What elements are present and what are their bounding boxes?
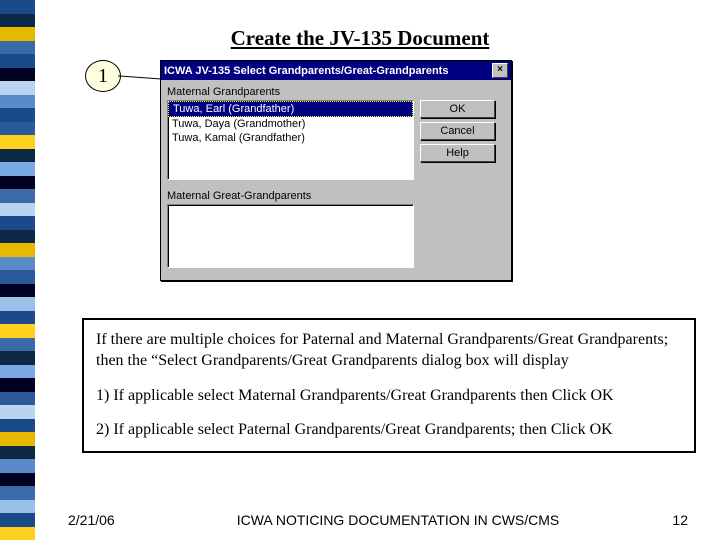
list-item[interactable]: Tuwa, Daya (Grandmother) <box>168 117 413 131</box>
slide-footer: 2/21/06 ICWA NOTICING DOCUMENTATION IN C… <box>68 512 688 528</box>
dialog-titlebar: ICWA JV-135 Select Grandparents/Great-Gr… <box>161 61 511 80</box>
help-button[interactable]: Help <box>420 144 495 162</box>
close-icon[interactable]: × <box>492 63 508 78</box>
instruction-box: If there are multiple choices for Patern… <box>82 318 696 453</box>
maternal-great-grandparents-listbox[interactable] <box>167 204 414 268</box>
dialog-title: ICWA JV-135 Select Grandparents/Great-Gr… <box>164 65 448 77</box>
footer-title: ICWA NOTICING DOCUMENTATION IN CWS/CMS <box>148 512 648 528</box>
callout-connector <box>118 75 163 79</box>
instruction-step-1: 1) If applicable select Maternal Grandpa… <box>96 386 682 407</box>
callout-bubble-1: 1 <box>85 60 121 92</box>
decorative-stripe <box>0 0 35 540</box>
ok-button[interactable]: OK <box>420 100 495 118</box>
list-item[interactable]: Tuwa, Earl (Grandfather) <box>168 101 413 117</box>
page-title: Create the JV-135 Document <box>0 26 720 51</box>
list-item[interactable]: Tuwa, Kamal (Grandfather) <box>168 131 413 145</box>
select-grandparents-dialog: ICWA JV-135 Select Grandparents/Great-Gr… <box>160 60 512 281</box>
instruction-intro: If there are multiple choices for Patern… <box>96 330 682 372</box>
cancel-button[interactable]: Cancel <box>420 122 495 140</box>
maternal-great-grandparents-label: Maternal Great-Grandparents <box>167 190 505 202</box>
maternal-grandparents-label: Maternal Grandparents <box>167 86 505 98</box>
footer-page-number: 12 <box>648 512 688 528</box>
maternal-grandparents-listbox[interactable]: Tuwa, Earl (Grandfather) Tuwa, Daya (Gra… <box>167 100 414 180</box>
footer-date: 2/21/06 <box>68 512 148 528</box>
instruction-step-2: 2) If applicable select Paternal Grandpa… <box>96 420 682 441</box>
